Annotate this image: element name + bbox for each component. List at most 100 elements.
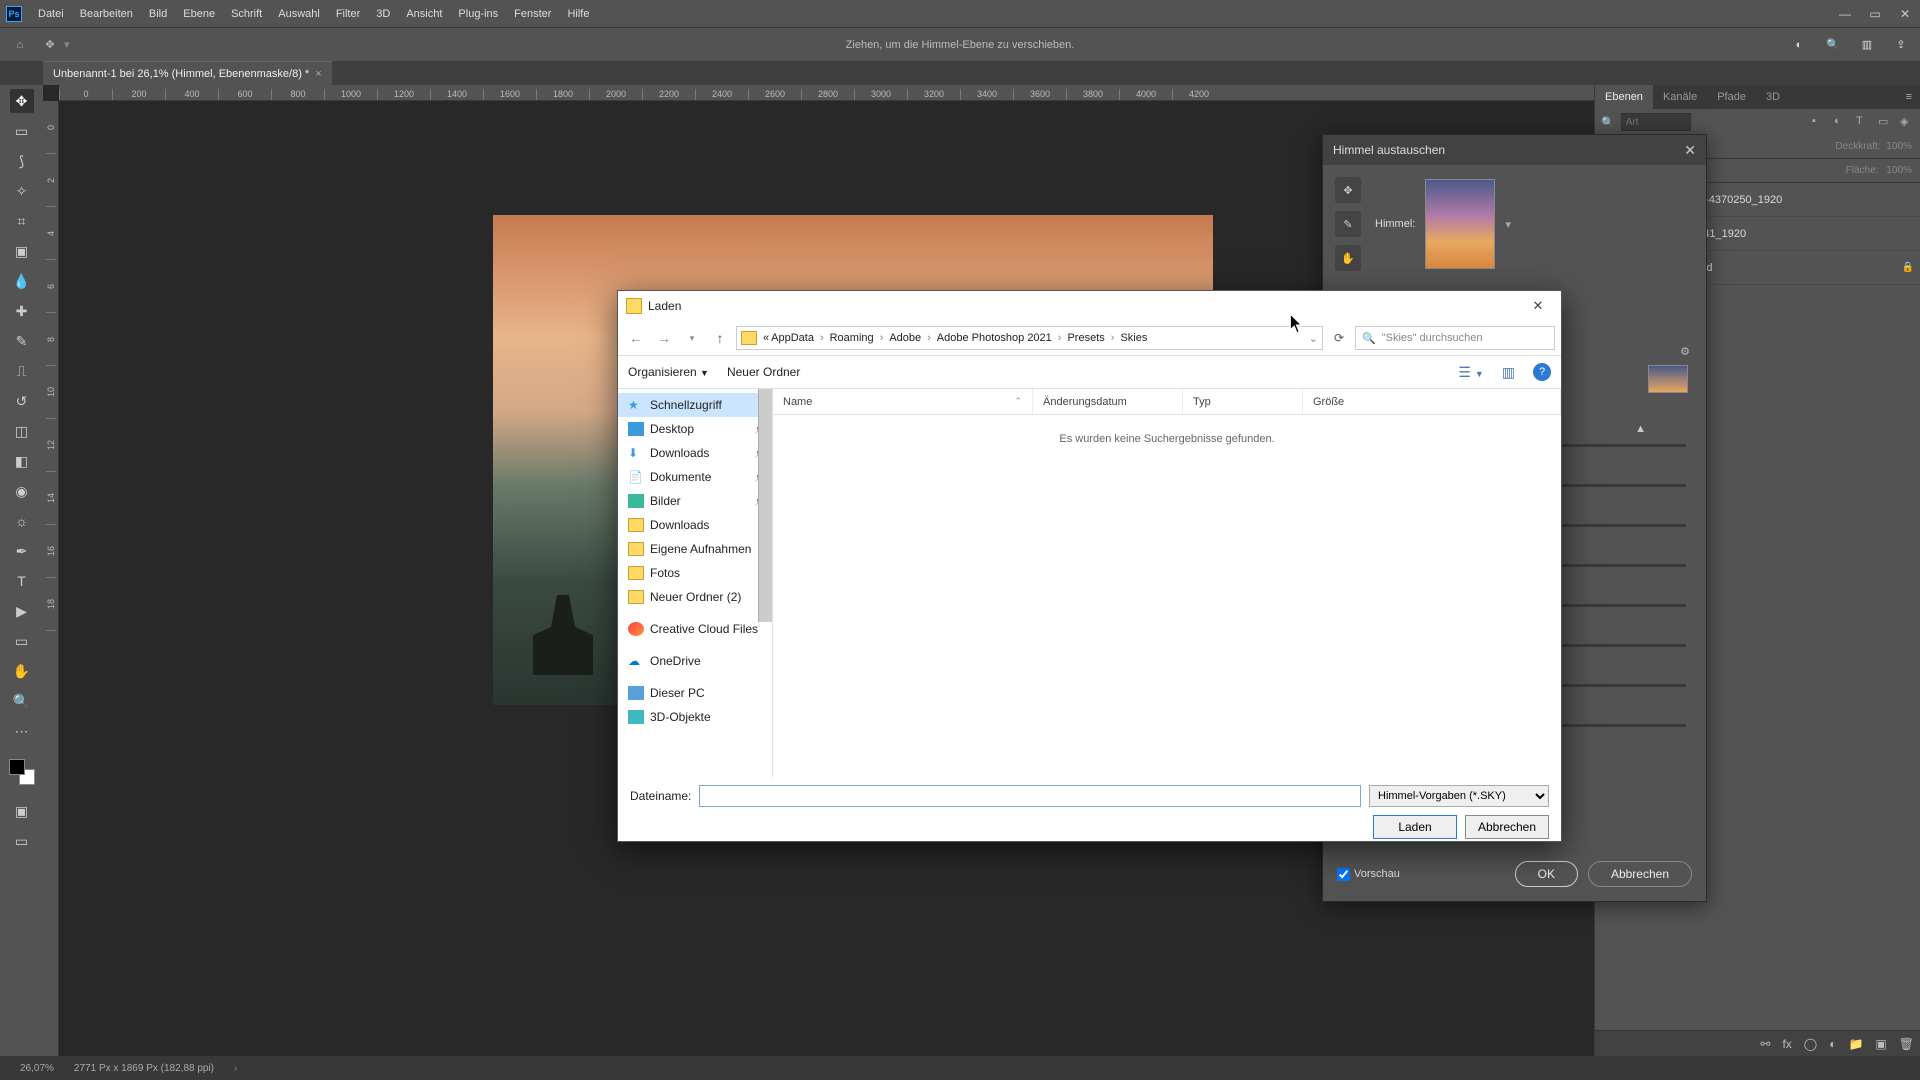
doc-info-chevron-icon[interactable]: ›	[234, 1063, 237, 1074]
filter-pixel-icon[interactable]: ▪	[1812, 115, 1826, 129]
tree-pictures[interactable]: Bilder📌	[618, 489, 772, 513]
tree-eigene[interactable]: Eigene Aufnahmen	[618, 537, 772, 561]
tab-channels[interactable]: Kanäle	[1653, 85, 1707, 109]
shape-tool[interactable]: ▭	[10, 629, 34, 653]
menu-image[interactable]: Bild	[141, 8, 175, 20]
breadcrumb-item[interactable]: Adobe Photoshop 2021	[937, 332, 1052, 344]
document-tab[interactable]: Unbenannt-1 bei 26,1% (Himmel, Ebenenmas…	[43, 61, 332, 85]
cloud-docs-icon[interactable]: ◐	[1790, 36, 1808, 54]
fill-value[interactable]: 100%	[1886, 165, 1912, 176]
search-icon[interactable]: 🔍	[1824, 36, 1842, 54]
cancel-button[interactable]: Abbrechen	[1588, 861, 1692, 887]
magic-wand-tool[interactable]: ✧	[10, 179, 34, 203]
dodge-tool[interactable]: ☼	[10, 509, 34, 533]
breadcrumb[interactable]: « AppData› Roaming› Adobe› Adobe Photosh…	[736, 326, 1323, 350]
filetype-select[interactable]: Himmel-Vorgaben (*.SKY)	[1369, 785, 1549, 807]
new-folder-button[interactable]: Neuer Ordner	[727, 365, 800, 379]
filter-adjust-icon[interactable]: ◐	[1834, 115, 1848, 129]
move-tool-icon[interactable]: ✥	[38, 38, 62, 51]
lock-icon[interactable]: 🔒	[1902, 262, 1914, 273]
history-brush-tool[interactable]: ↺	[10, 389, 34, 413]
tree-downloads[interactable]: ⬇Downloads📌	[618, 441, 772, 465]
fx-icon[interactable]: fx	[1782, 1037, 1791, 1051]
filter-type-icon[interactable]: T	[1856, 115, 1870, 129]
tree-scrollbar[interactable]	[758, 389, 772, 622]
sky-small-thumbnail[interactable]	[1648, 365, 1688, 393]
crumb-overflow-icon[interactable]: «	[763, 332, 769, 344]
menu-type[interactable]: Schrift	[223, 8, 270, 20]
sky-brush-tool[interactable]: ✎	[1335, 211, 1361, 237]
chevron-up-icon[interactable]: ▲	[1635, 423, 1646, 435]
brush-tool[interactable]: ✎	[10, 329, 34, 353]
stamp-tool[interactable]: ⎍	[10, 359, 34, 383]
type-tool[interactable]: T	[10, 569, 34, 593]
tree-creative-cloud[interactable]: Creative Cloud Files	[618, 617, 772, 641]
menu-filter[interactable]: Filter	[328, 8, 368, 20]
tab-layers[interactable]: Ebenen	[1595, 85, 1653, 109]
breadcrumb-item[interactable]: AppData	[771, 332, 814, 344]
adjustment-icon[interactable]: ◐	[1829, 1037, 1836, 1051]
tree-this-pc[interactable]: Dieser PC	[618, 681, 772, 705]
menu-select[interactable]: Auswahl	[270, 8, 328, 20]
document-tab-close-icon[interactable]: ×	[315, 68, 321, 80]
breadcrumb-item[interactable]: Roaming	[830, 332, 874, 344]
menu-plugins[interactable]: Plug-ins	[450, 8, 506, 20]
crop-tool[interactable]: ⌗	[10, 209, 34, 233]
tree-downloads2[interactable]: Downloads	[618, 513, 772, 537]
dialog-close-icon[interactable]: ✕	[1523, 298, 1553, 314]
tree-desktop[interactable]: Desktop📌	[618, 417, 772, 441]
tree-3d-objects[interactable]: 3D-Objekte	[618, 705, 772, 729]
close-app-button[interactable]: ✕	[1890, 0, 1920, 27]
help-icon[interactable]: ?	[1533, 363, 1551, 381]
home-icon[interactable]: ⌂	[8, 33, 32, 57]
tool-options-dropdown-icon[interactable]: ▾	[64, 38, 70, 51]
pen-tool[interactable]: ✒	[10, 539, 34, 563]
eraser-tool[interactable]: ◫	[10, 419, 34, 443]
organize-menu[interactable]: Organisieren ▼	[628, 365, 709, 379]
breadcrumb-item[interactable]: Adobe	[889, 332, 921, 344]
group-icon[interactable]: 📁	[1848, 1037, 1863, 1051]
cancel-button[interactable]: Abbrechen	[1465, 815, 1549, 839]
menu-layer[interactable]: Ebene	[175, 8, 223, 20]
doc-info[interactable]: 2771 Px x 1869 Px (182,88 ppi)	[74, 1063, 214, 1074]
nav-forward-icon[interactable]: →	[652, 326, 676, 350]
healing-tool[interactable]: ✚	[10, 299, 34, 323]
foreground-color-swatch[interactable]	[9, 759, 25, 775]
path-select-tool[interactable]: ▶	[10, 599, 34, 623]
sky-move-tool[interactable]: ✥	[1335, 177, 1361, 203]
new-layer-icon[interactable]: ▣	[1875, 1037, 1886, 1051]
preview-checkbox-input[interactable]	[1337, 868, 1350, 881]
menu-view[interactable]: Ansicht	[398, 8, 450, 20]
sky-dropdown-icon[interactable]: ▾	[1505, 218, 1511, 231]
breadcrumb-item[interactable]: Skies	[1120, 332, 1147, 344]
tab-paths[interactable]: Pfade	[1707, 85, 1756, 109]
color-swatches[interactable]	[9, 759, 35, 785]
menu-edit[interactable]: Bearbeiten	[72, 8, 141, 20]
share-icon[interactable]: ⇪	[1892, 36, 1910, 54]
filename-input[interactable]	[699, 785, 1361, 807]
quickmask-tool[interactable]: ▣	[10, 799, 34, 823]
edit-toolbar-icon[interactable]: ⋯	[10, 719, 34, 743]
minimize-button[interactable]: —	[1830, 0, 1860, 27]
ok-button[interactable]: OK	[1515, 861, 1578, 887]
sky-panel-titlebar[interactable]: Himmel austauschen ✕	[1323, 135, 1706, 165]
breadcrumb-item[interactable]: Presets	[1067, 332, 1104, 344]
workspace-icon[interactable]: ▥	[1858, 36, 1876, 54]
column-date[interactable]: Änderungsdatum	[1033, 389, 1183, 414]
nav-recent-icon[interactable]: ▾	[680, 326, 704, 350]
menu-window[interactable]: Fenster	[506, 8, 559, 20]
crumb-dropdown-icon[interactable]: ⌄	[1309, 332, 1318, 345]
nav-up-icon[interactable]: ↑	[708, 326, 732, 350]
blur-tool[interactable]: ◉	[10, 479, 34, 503]
gear-icon[interactable]: ⚙	[1680, 345, 1690, 358]
menu-file[interactable]: Datei	[30, 8, 72, 20]
dialog-titlebar[interactable]: Laden ✕	[618, 291, 1561, 321]
column-size[interactable]: Größe	[1303, 389, 1561, 414]
screen-mode-tool[interactable]: ▭	[10, 829, 34, 853]
frame-tool[interactable]: ▣	[10, 239, 34, 263]
zoom-tool[interactable]: 🔍	[10, 689, 34, 713]
search-box[interactable]: 🔍 "Skies" durchsuchen	[1355, 326, 1555, 350]
tab-3d[interactable]: 3D	[1756, 85, 1790, 109]
preview-pane-icon[interactable]: ▥	[1502, 364, 1515, 381]
mask-icon[interactable]: ◯	[1804, 1037, 1817, 1051]
